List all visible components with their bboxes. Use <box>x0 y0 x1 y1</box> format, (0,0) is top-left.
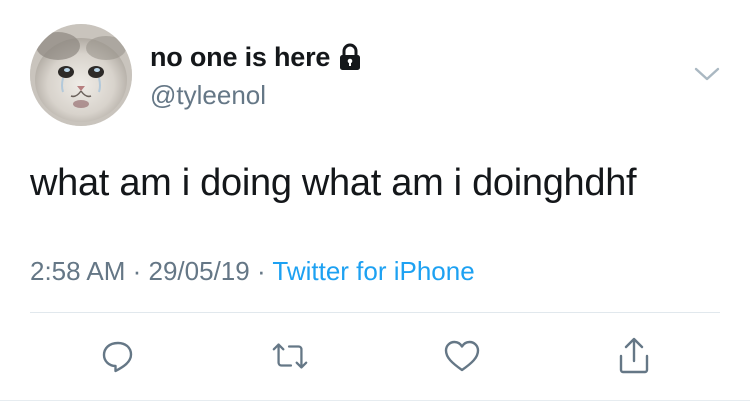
retweet-icon <box>272 343 308 369</box>
share-icon <box>619 337 649 374</box>
tweet-text: what am i doing what am i doinghdhf <box>30 162 637 204</box>
like-button[interactable] <box>442 336 482 376</box>
lock-icon <box>338 43 362 71</box>
display-name-row: no one is here <box>150 40 362 74</box>
action-bar <box>0 330 750 378</box>
meta-separator: · <box>249 256 273 286</box>
avatar[interactable] <box>30 24 132 126</box>
heart-icon <box>444 340 480 372</box>
tweet-card: no one is here @tyleenol what am i doing… <box>0 0 750 401</box>
user-handle[interactable]: @tyleenol <box>150 80 266 111</box>
retweet-button[interactable] <box>270 336 310 376</box>
crying-cat-icon <box>30 24 132 126</box>
reply-button[interactable] <box>98 336 138 376</box>
chevron-down-icon[interactable] <box>692 64 722 84</box>
meta-separator: · <box>125 256 149 286</box>
tweet-meta: 2:58 AM · 29/05/19 · Twitter for iPhone <box>30 256 475 287</box>
tweet-source-link[interactable]: Twitter for iPhone <box>272 256 474 286</box>
tweet-date: 29/05/19 <box>148 256 250 286</box>
share-button[interactable] <box>614 336 654 376</box>
tweet-time: 2:58 AM <box>30 256 126 286</box>
reply-icon <box>102 341 133 373</box>
divider <box>30 312 720 313</box>
display-name[interactable]: no one is here <box>150 42 330 73</box>
